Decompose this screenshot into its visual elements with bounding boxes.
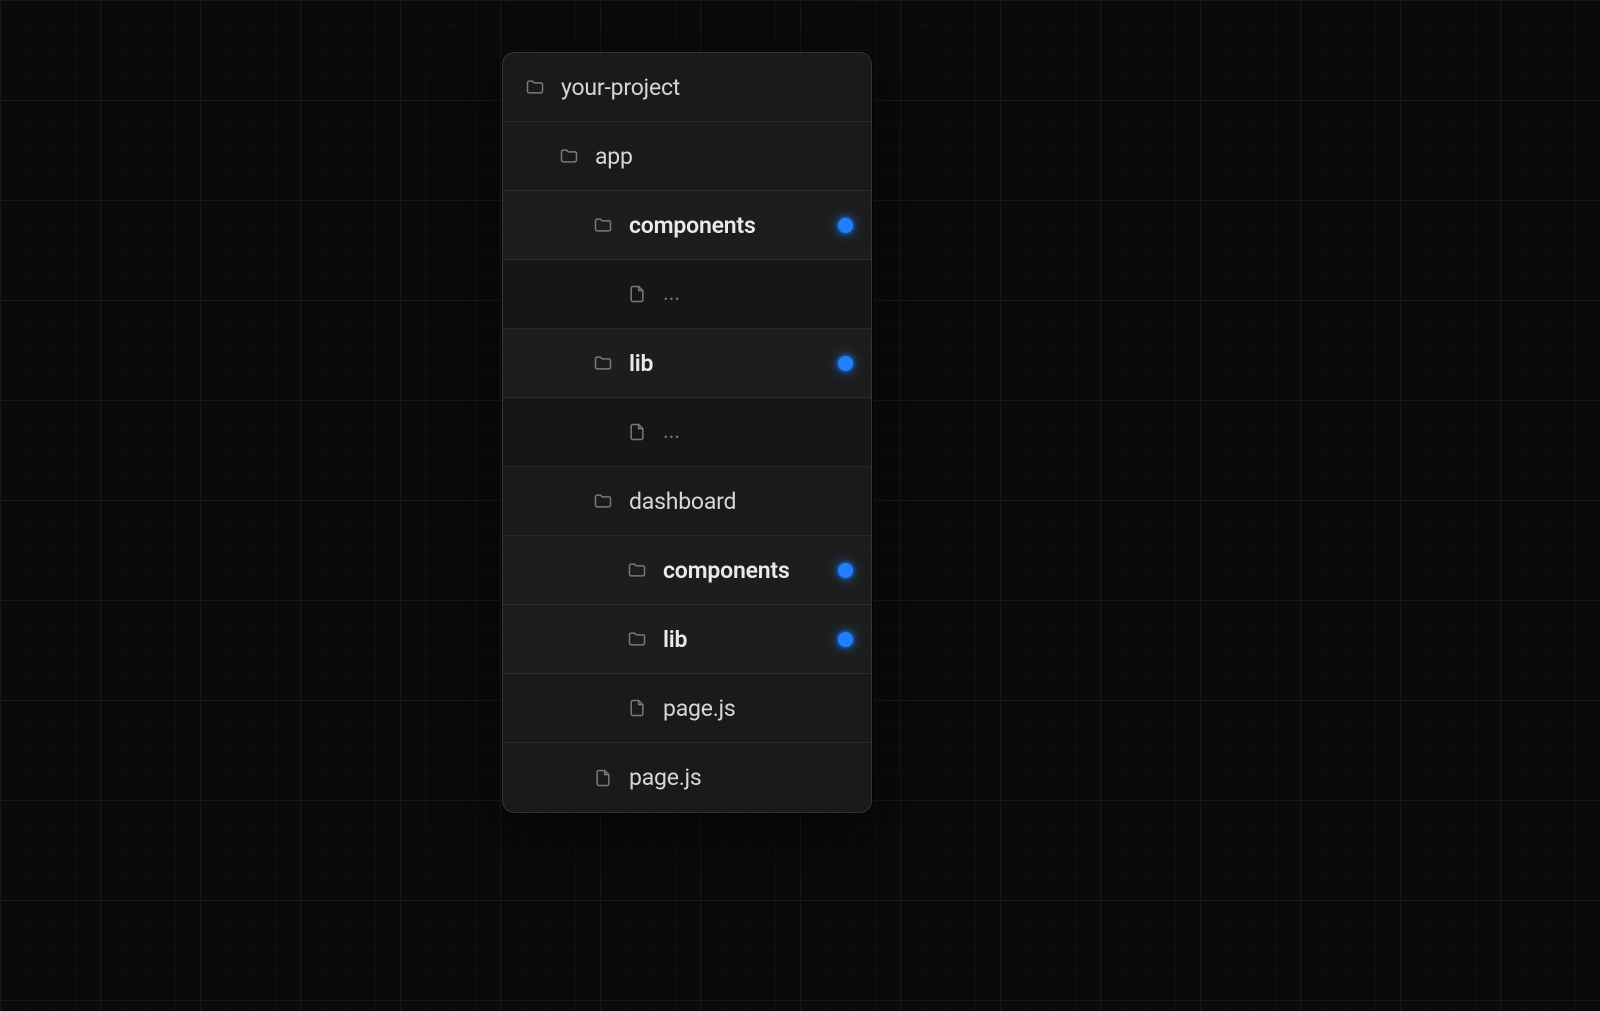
marker-dot-icon bbox=[838, 218, 853, 233]
tree-row-label: components bbox=[663, 559, 790, 582]
file-tree-panel: your-project app components ... lib ... bbox=[502, 52, 872, 813]
marker-dot-icon bbox=[838, 356, 853, 371]
folder-icon bbox=[627, 629, 647, 649]
tree-row-app-lib-ellipsis[interactable]: ... bbox=[503, 398, 871, 467]
tree-row-label: components bbox=[629, 214, 756, 237]
tree-row-dashboard-page[interactable]: page.js bbox=[503, 674, 871, 743]
tree-row-label: ... bbox=[663, 421, 680, 443]
tree-row-label: app bbox=[595, 145, 633, 168]
tree-row-label: lib bbox=[663, 628, 687, 651]
folder-icon bbox=[627, 560, 647, 580]
marker-dot-icon bbox=[838, 563, 853, 578]
tree-row-your-project[interactable]: your-project bbox=[503, 53, 871, 122]
tree-row-label: lib bbox=[629, 352, 653, 375]
tree-row-dashboard-components[interactable]: components bbox=[503, 536, 871, 605]
tree-row-label: ... bbox=[663, 283, 680, 305]
tree-row-dashboard[interactable]: dashboard bbox=[503, 467, 871, 536]
tree-row-label: dashboard bbox=[629, 490, 736, 513]
file-icon bbox=[627, 284, 647, 304]
tree-row-app-page[interactable]: page.js bbox=[503, 743, 871, 812]
marker-dot-icon bbox=[838, 632, 853, 647]
tree-row-label: page.js bbox=[663, 697, 736, 720]
folder-icon bbox=[593, 353, 613, 373]
tree-row-dashboard-lib[interactable]: lib bbox=[503, 605, 871, 674]
tree-row-app-components[interactable]: components bbox=[503, 191, 871, 260]
folder-icon bbox=[593, 215, 613, 235]
tree-row-label: page.js bbox=[629, 766, 702, 789]
tree-row-app-lib[interactable]: lib bbox=[503, 329, 871, 398]
file-icon bbox=[593, 768, 613, 788]
tree-row-app[interactable]: app bbox=[503, 122, 871, 191]
folder-icon bbox=[559, 146, 579, 166]
tree-row-app-components-ellipsis[interactable]: ... bbox=[503, 260, 871, 329]
file-icon bbox=[627, 698, 647, 718]
file-icon bbox=[627, 422, 647, 442]
folder-icon bbox=[593, 491, 613, 511]
folder-icon bbox=[525, 77, 545, 97]
tree-row-label: your-project bbox=[561, 76, 680, 99]
